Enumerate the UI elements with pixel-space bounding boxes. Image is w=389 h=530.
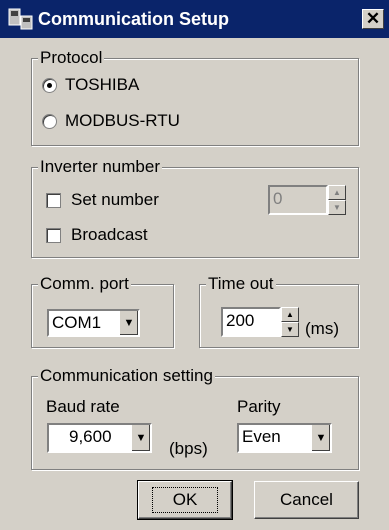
- communication-setting-group: Communication setting Baud rate 9,600 ▼ …: [31, 366, 359, 470]
- ok-button[interactable]: OK: [137, 480, 233, 520]
- parity-label: Parity: [237, 397, 281, 416]
- baud-rate-unit: (bps): [169, 439, 208, 458]
- timeout-unit: (ms): [305, 319, 339, 338]
- spin-up-button[interactable]: ▲: [328, 185, 346, 200]
- inverter-number-value: 0: [273, 189, 283, 208]
- comm-port-value: COM1: [52, 313, 102, 332]
- cancel-button-label: Cancel: [280, 490, 333, 509]
- radio-modbus[interactable]: MODBUS-RTU: [42, 111, 180, 131]
- timeout-input[interactable]: 200: [221, 307, 281, 337]
- parity-select[interactable]: Even ▼: [237, 423, 332, 453]
- set-number-checkbox-box[interactable]: [46, 192, 61, 208]
- dropdown-arrow-icon: ▼: [123, 317, 135, 329]
- protocol-group: Protocol TOSHIBA MODBUS-RTU: [31, 48, 359, 146]
- comm-port-legend: Comm. port: [38, 274, 131, 294]
- set-number-label: Set number: [71, 190, 159, 209]
- communication-setup-dialog: Communication Setup ✕ Protocol TOSHIBA M…: [0, 0, 389, 530]
- inverter-number-input[interactable]: 0: [268, 185, 328, 215]
- arrow-down-icon: ▼: [333, 203, 341, 212]
- dropdown-arrow-icon: ▼: [135, 432, 147, 444]
- baud-rate-value: 9,600: [69, 427, 112, 446]
- ok-button-label: OK: [151, 487, 219, 513]
- comm-port-group: Comm. port COM1 ▼: [31, 274, 174, 348]
- radio-modbus-indicator[interactable]: [42, 113, 57, 129]
- inverter-number-legend: Inverter number: [38, 157, 162, 177]
- parity-dropdown-button[interactable]: ▼: [311, 425, 330, 451]
- set-number-checkbox[interactable]: Set number: [46, 190, 159, 210]
- close-button[interactable]: ✕: [362, 9, 384, 29]
- radio-toshiba-label: TOSHIBA: [65, 75, 140, 94]
- baud-rate-label: Baud rate: [46, 397, 120, 416]
- timeout-value: 200: [226, 311, 255, 330]
- cancel-button[interactable]: Cancel: [254, 481, 359, 519]
- broadcast-checkbox-box[interactable]: [46, 227, 61, 243]
- inverter-number-spinner[interactable]: ▲ ▼: [328, 185, 346, 215]
- baud-rate-dropdown-button[interactable]: ▼: [131, 425, 150, 451]
- parity-value: Even: [242, 427, 281, 446]
- app-icon: [8, 8, 33, 30]
- spin-down-button[interactable]: ▼: [328, 200, 346, 215]
- inverter-number-group: Inverter number Set number Broadcast 0 ▲…: [31, 157, 359, 258]
- broadcast-label: Broadcast: [71, 225, 148, 244]
- timeout-spin-up-button[interactable]: ▲: [281, 307, 299, 322]
- dropdown-arrow-icon: ▼: [315, 432, 327, 444]
- title-bar[interactable]: Communication Setup ✕: [0, 0, 389, 38]
- timeout-spinner[interactable]: ▲ ▼: [281, 307, 299, 337]
- close-icon: ✕: [365, 9, 381, 28]
- timeout-group: Time out 200 ▲ ▼ (ms): [199, 274, 359, 348]
- timeout-legend: Time out: [206, 274, 276, 294]
- radio-toshiba-indicator[interactable]: [42, 77, 57, 93]
- communication-setting-legend: Communication setting: [38, 366, 215, 386]
- window-title: Communication Setup: [38, 9, 230, 29]
- comm-port-dropdown-button[interactable]: ▼: [119, 311, 138, 335]
- protocol-legend: Protocol: [38, 48, 105, 68]
- arrow-up-icon: ▲: [333, 188, 341, 197]
- baud-rate-select[interactable]: 9,600 ▼: [47, 423, 152, 453]
- radio-modbus-label: MODBUS-RTU: [65, 111, 180, 130]
- timeout-spin-down-button[interactable]: ▼: [281, 322, 299, 337]
- arrow-up-icon: ▲: [286, 310, 294, 319]
- arrow-down-icon: ▼: [286, 325, 294, 334]
- comm-port-select[interactable]: COM1 ▼: [47, 309, 140, 337]
- radio-toshiba[interactable]: TOSHIBA: [42, 75, 139, 95]
- broadcast-checkbox[interactable]: Broadcast: [46, 225, 148, 245]
